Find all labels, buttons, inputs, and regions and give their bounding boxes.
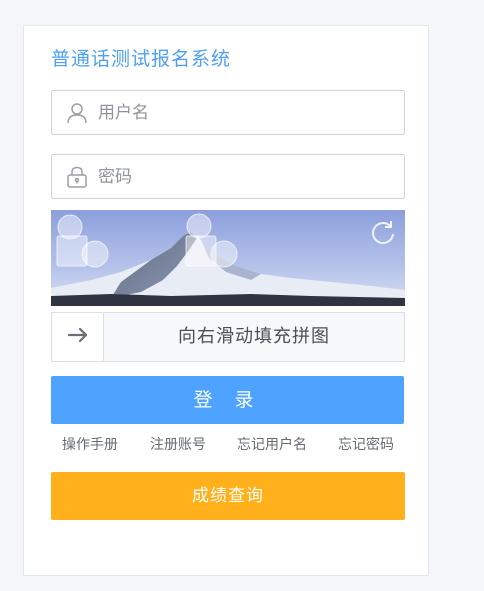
username-input[interactable] <box>98 97 398 128</box>
password-field[interactable] <box>51 154 405 199</box>
forgot-password-link[interactable]: 忘记密码 <box>338 434 394 454</box>
captcha-image <box>51 210 405 306</box>
login-card: 普通话测试报名系统 用户名 向右滑动填充拼图 登 录 操作手册 注册账号 忘记用… <box>23 25 429 576</box>
password-input[interactable] <box>98 161 398 192</box>
forgot-username-link[interactable]: 忘记用户名 <box>237 434 307 454</box>
manual-link[interactable]: 操作手册 <box>62 434 118 454</box>
register-link[interactable]: 注册账号 <box>150 434 206 454</box>
slider-handle[interactable] <box>52 313 104 361</box>
login-button[interactable]: 登 录 <box>51 376 404 424</box>
username-field[interactable] <box>51 90 405 135</box>
score-query-button[interactable]: 成绩查询 <box>51 472 405 520</box>
mountain-scene <box>51 210 405 306</box>
page-title: 普通话测试报名系统 <box>51 48 232 70</box>
slider-hint: 向右滑动填充拼图 <box>178 326 330 347</box>
arrow-right-icon <box>67 327 89 347</box>
user-icon <box>65 101 89 125</box>
helper-links: 操作手册 注册账号 忘记用户名 忘记密码 <box>51 434 405 456</box>
lock-icon <box>65 165 89 189</box>
refresh-icon[interactable] <box>369 218 397 246</box>
slider-track[interactable]: 向右滑动填充拼图 <box>51 312 405 362</box>
